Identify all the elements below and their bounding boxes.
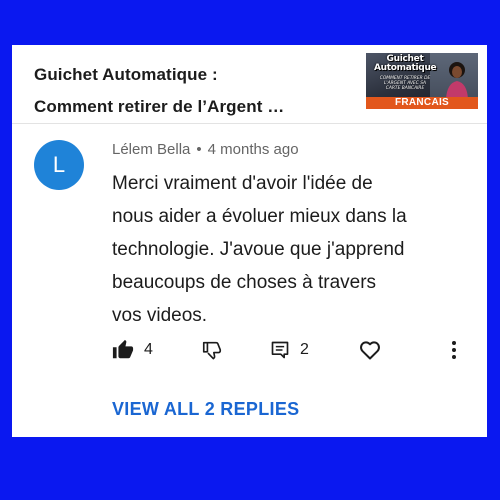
view-all-replies-link[interactable]: VIEW ALL 2 REPLIES (112, 399, 299, 420)
thumb-down-icon (202, 341, 222, 360)
comment-line: beaucoups de choses à travers (112, 272, 377, 293)
comment-meta: Lélem Bella • 4 months ago (112, 141, 299, 158)
comment-actions: 4 2 (12, 335, 487, 365)
like-button[interactable]: 4 (112, 335, 153, 365)
comment-line: vos videos. (112, 305, 208, 326)
thumbnail-person-image (446, 62, 468, 99)
comment-icon (271, 341, 289, 359)
thumb-up-icon (112, 339, 134, 359)
comment-line: technologie. J'avoue que j'apprend (112, 239, 405, 260)
comment-card: Guichet Automatique : Comment retirer de… (12, 45, 487, 437)
comment-text: Merci vraiment d'avoir l'idée de nous ai… (112, 167, 472, 332)
heart-icon (360, 341, 380, 360)
thumbnail-language-banner: FRANCAIS (366, 97, 478, 109)
video-title-line: Comment retirer de l’Argent … (34, 97, 285, 116)
video-title[interactable]: Guichet Automatique : Comment retirer de… (34, 59, 344, 123)
dislike-button[interactable] (201, 335, 223, 365)
thumbnail-title: Automatique (374, 63, 437, 73)
video-thumbnail[interactable]: Guichet Automatique COMMENT RETIRER DE L… (366, 53, 478, 109)
avatar[interactable]: L (34, 140, 84, 190)
video-title-line: Guichet Automatique : (34, 65, 218, 84)
more-options-button[interactable] (448, 335, 460, 365)
video-header[interactable]: Guichet Automatique : Comment retirer de… (12, 45, 487, 123)
divider (12, 123, 487, 124)
reply-count: 2 (300, 341, 309, 358)
thumbnail-text: Guichet Automatique COMMENT RETIRER DE L… (374, 55, 437, 92)
reply-button[interactable]: 2 (270, 335, 309, 365)
more-vertical-icon (452, 341, 456, 359)
like-count: 4 (144, 341, 153, 358)
comment-line: nous aider a évoluer mieux dans la (112, 206, 407, 227)
comment-time: 4 months ago (207, 141, 299, 158)
heart-button[interactable] (358, 335, 382, 365)
separator-dot: • (196, 141, 202, 158)
author-name[interactable]: Lélem Bella (112, 141, 190, 158)
comment-line: Merci vraiment d'avoir l'idée de (112, 173, 373, 194)
thumbnail-subtitle: COMMENT RETIRER DE L'ARGENT AVEC SA CART… (379, 76, 431, 92)
